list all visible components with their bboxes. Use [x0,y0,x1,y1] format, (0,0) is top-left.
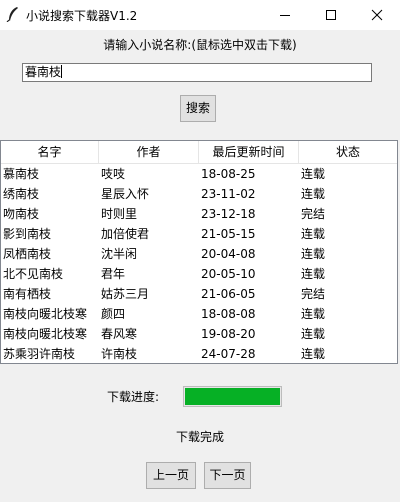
cell-status: 连载 [301,307,326,321]
feather-icon [6,6,20,23]
cell-status: 完结 [301,207,326,221]
table-row[interactable]: 南有栖枝 姑苏三月 21-06-05 完结 [1,284,397,304]
table-body: 慕南枝 吱吱 18-08-25 连载 绣南枝 星辰入怀 23-11-02 连载 … [1,164,397,363]
cell-author: 沈半闲 [101,247,138,261]
search-input[interactable]: 暮南枝 [22,63,372,82]
cell-updated: 18-08-25 [201,167,256,181]
column-header-author[interactable]: 作者 [99,141,199,163]
cell-name: 南有栖枝 [3,287,52,301]
window-title: 小说搜索下载器V1.2 [26,9,138,23]
cell-author: 加倍使君 [101,227,150,241]
column-header-name[interactable]: 名字 [1,141,99,163]
cell-updated: 20-05-10 [201,267,256,281]
table-row[interactable]: 南枝向暖北枝寒 春风寒 19-08-20 连载 [1,324,397,344]
download-progress-bar [183,386,282,407]
cell-status: 完结 [301,287,326,301]
cell-updated: 21-05-15 [201,227,256,241]
cell-author: 姑苏三月 [101,287,150,301]
close-icon [371,9,383,21]
cell-updated: 19-08-20 [201,327,256,341]
title-bar: 小说搜索下载器V1.2 [0,0,400,30]
cell-author: 星辰入怀 [101,187,150,201]
cell-author: 时则里 [101,207,138,221]
cell-updated: 23-11-02 [201,187,256,201]
close-button[interactable] [354,0,400,30]
cell-updated: 23-12-18 [201,207,256,221]
cell-name: 凤栖南枝 [3,247,52,261]
cell-name: 绣南枝 [3,187,40,201]
cell-author: 君年 [101,267,126,281]
minimize-icon [280,15,290,16]
cell-status: 连载 [301,347,326,361]
table-row[interactable]: 南枝向暖北枝寒 颜四 18-08-08 连载 [1,304,397,324]
cell-status: 连载 [301,187,326,201]
cell-status: 连载 [301,267,326,281]
cell-name: 影到南枝 [3,227,52,241]
cell-updated: 21-06-05 [201,287,256,301]
cell-status: 连载 [301,327,326,341]
table-row[interactable]: 慕南枝 吱吱 18-08-25 连载 [1,164,397,184]
maximize-icon [326,10,336,20]
table-header: 名字 作者 最后更新时间 状态 [1,141,397,164]
cell-name: 吻南枝 [3,207,40,221]
progress-label: 下载进度: [107,390,160,404]
cell-author: 春风寒 [101,327,138,341]
column-header-status[interactable]: 状态 [299,141,397,163]
download-status-text: 下载完成 [175,430,224,444]
cell-name: 苏乘羽许南枝 [3,347,76,361]
search-input-value: 暮南枝 [25,65,62,79]
cell-updated: 18-08-08 [201,307,256,321]
search-button[interactable]: 搜索 [180,95,216,122]
cell-updated: 24-07-28 [201,347,256,361]
cell-name: 慕南枝 [3,167,40,181]
cell-author: 吱吱 [101,167,126,181]
cell-name: 南枝向暖北枝寒 [3,307,88,321]
cell-status: 连载 [301,247,326,261]
cell-status: 连载 [301,167,326,181]
prev-page-button[interactable]: 上一页 [146,462,196,489]
table-row[interactable]: 苏乘羽许南枝 许南枝 24-07-28 连载 [1,344,397,363]
results-table[interactable]: 名字 作者 最后更新时间 状态 慕南枝 吱吱 18-08-25 连载 绣南枝 星… [0,140,398,364]
search-prompt-label: 请输入小说名称:(鼠标选中双击下载) [103,38,297,52]
table-row[interactable]: 吻南枝 时则里 23-12-18 完结 [1,204,397,224]
cell-author: 许南枝 [101,347,138,361]
minimize-button[interactable] [262,0,308,30]
column-header-updated[interactable]: 最后更新时间 [199,141,299,163]
table-row[interactable]: 凤栖南枝 沈半闲 20-04-08 连载 [1,244,397,264]
cell-name: 北不见南枝 [3,267,64,281]
text-caret [61,65,63,78]
table-row[interactable]: 北不见南枝 君年 20-05-10 连载 [1,264,397,284]
table-row[interactable]: 绣南枝 星辰入怀 23-11-02 连载 [1,184,397,204]
cell-name: 南枝向暖北枝寒 [3,327,88,341]
cell-updated: 20-04-08 [201,247,256,261]
next-page-button[interactable]: 下一页 [204,462,251,489]
maximize-button[interactable] [308,0,354,30]
cell-status: 连载 [301,227,326,241]
progress-bar-fill [185,388,280,405]
table-row[interactable]: 影到南枝 加倍使君 21-05-15 连载 [1,224,397,244]
cell-author: 颜四 [101,307,126,321]
